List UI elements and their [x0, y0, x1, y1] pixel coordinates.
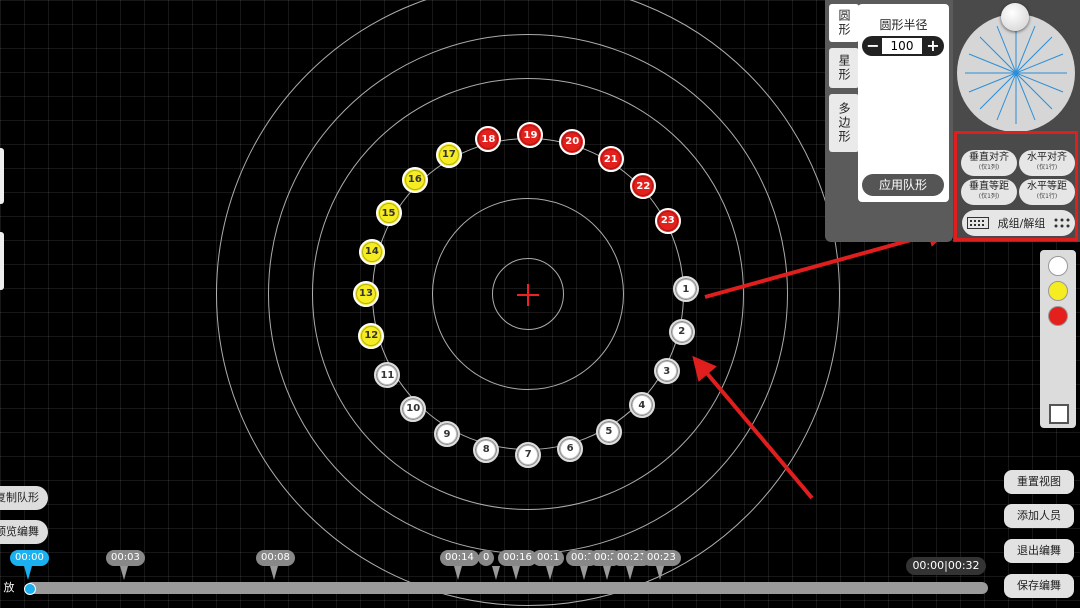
radius-input[interactable] — [882, 38, 922, 54]
timeline-pin-icon — [454, 566, 462, 580]
timeline-pin-icon — [492, 566, 500, 580]
dancer-3[interactable]: 3 — [653, 358, 680, 385]
annotation-highlight-box — [954, 131, 1078, 241]
dancer-number: 6 — [560, 438, 581, 459]
timeline-pin-icon — [512, 566, 520, 580]
dancer-17[interactable]: 17 — [435, 141, 462, 168]
dancer-9[interactable]: 9 — [433, 421, 460, 448]
dancer-number: 19 — [520, 125, 541, 146]
timeline-track[interactable] — [26, 582, 988, 594]
reset-view-button[interactable]: 重置视图 — [1004, 470, 1074, 494]
center-cross-icon-vertical — [527, 284, 529, 306]
dancer-10[interactable]: 10 — [400, 395, 427, 422]
red-swatch[interactable] — [1048, 306, 1068, 326]
dancer-13[interactable]: 13 — [353, 280, 379, 307]
timeline-pin-icon — [580, 566, 588, 580]
dancer-number: 8 — [476, 439, 497, 460]
dancer-number: 1 — [675, 279, 696, 300]
timeline-marker[interactable]: 00:14 — [440, 550, 479, 566]
timeline-marker[interactable]: 00:23 — [642, 550, 681, 566]
dancer-5[interactable]: 5 — [595, 418, 622, 445]
timeline-pin-icon — [656, 566, 664, 580]
rotation-dial[interactable] — [957, 14, 1075, 132]
timeline-marker[interactable]: 00:03 — [106, 550, 145, 566]
dancer-14[interactable]: 14 — [358, 238, 385, 265]
timeline-marker[interactable]: 00:00 — [10, 550, 49, 566]
preview-edit-button[interactable]: 预览编舞 — [0, 520, 48, 544]
dancer-6[interactable]: 6 — [557, 435, 584, 462]
timeline-marker[interactable]: 00:1 — [532, 550, 565, 566]
timeline-pin-icon — [270, 566, 278, 580]
dancer-number: 20 — [562, 131, 583, 152]
timeline-pin-icon — [603, 566, 611, 580]
timeline-marker[interactable]: 00:16 — [498, 550, 537, 566]
dancer-15[interactable]: 15 — [375, 200, 402, 227]
dancer-2[interactable]: 2 — [668, 318, 695, 345]
copy-formation-button[interactable]: 复制队形 — [0, 486, 48, 510]
dancer-number: 16 — [404, 169, 425, 190]
radius-title: 圆形半径 — [879, 18, 928, 32]
dancer-number: 4 — [631, 395, 652, 416]
rotation-dial-spokes-icon — [965, 22, 1067, 124]
dancer-23[interactable]: 23 — [654, 207, 681, 234]
tab-star[interactable]: 星形 — [829, 48, 859, 88]
dancer-number: 3 — [656, 361, 677, 382]
dancer-4[interactable]: 4 — [628, 392, 655, 419]
dancer-number: 13 — [356, 283, 376, 304]
timeline-pin-icon — [120, 566, 128, 580]
timeline-pin-icon — [626, 566, 634, 580]
timeline-pin-icon — [24, 566, 32, 580]
dancer-16[interactable]: 16 — [401, 166, 428, 193]
increase-radius-button[interactable]: + — [924, 37, 942, 55]
dancer-number: 21 — [600, 149, 621, 170]
dancer-number: 23 — [657, 210, 678, 231]
dancer-number: 7 — [518, 444, 539, 465]
dancer-number: 12 — [361, 325, 382, 346]
add-member-button[interactable]: 添加人员 — [1004, 504, 1074, 528]
left-edge-handle[interactable] — [0, 148, 4, 204]
apply-formation-button[interactable]: 应用队形 — [862, 174, 944, 196]
dancer-number: 11 — [377, 365, 398, 385]
timeline-marker[interactable]: 00:08 — [256, 550, 295, 566]
exit-edit-button[interactable]: 退出编舞 — [1004, 539, 1074, 563]
circle-settings-card: 圆形半径 − + 应用队形 — [858, 4, 949, 202]
dancer-number: 15 — [378, 203, 399, 224]
timeline-pin-icon — [546, 566, 554, 580]
dancer-20[interactable]: 20 — [559, 128, 586, 155]
dancer-number: 14 — [361, 241, 382, 262]
dancer-number: 18 — [478, 129, 499, 150]
dancer-8[interactable]: 8 — [473, 436, 500, 463]
dancer-number: 22 — [633, 176, 654, 197]
time-readout: 00:00|00:32 — [906, 557, 986, 575]
radius-stepper: − + — [862, 36, 944, 56]
dancer-12[interactable]: 12 — [358, 322, 385, 349]
dancer-number: 17 — [438, 144, 459, 165]
play-button[interactable]: 放 — [0, 578, 18, 598]
decrease-radius-button[interactable]: − — [864, 37, 882, 55]
dancer-number: 10 — [403, 398, 424, 419]
save-edit-button[interactable]: 保存编舞 — [1004, 574, 1074, 598]
dancer-number: 9 — [436, 424, 457, 445]
dancer-number: 5 — [598, 421, 619, 442]
timeline-playhead[interactable] — [24, 583, 36, 595]
dancer-21[interactable]: 21 — [597, 146, 624, 173]
left-edge-handle-2[interactable] — [0, 232, 4, 290]
color-palette — [1040, 250, 1076, 428]
rotation-knob[interactable] — [1001, 3, 1029, 31]
tab-circle[interactable]: 圆形 — [829, 4, 859, 42]
tab-polygon[interactable]: 多边形 — [829, 94, 859, 152]
yellow-swatch[interactable] — [1048, 281, 1068, 301]
white-swatch[interactable] — [1048, 256, 1068, 276]
custom-color-icon[interactable] — [1049, 404, 1069, 424]
dancer-number: 2 — [671, 321, 692, 342]
